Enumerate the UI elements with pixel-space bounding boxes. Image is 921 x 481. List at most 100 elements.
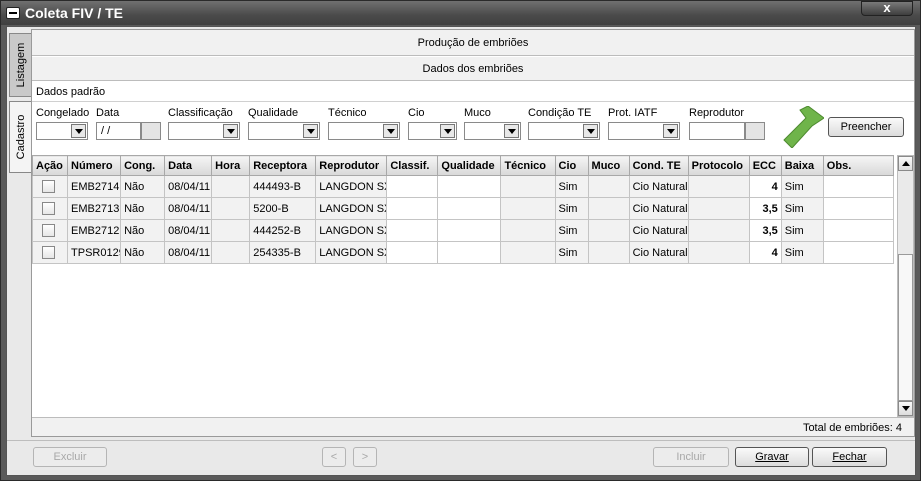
cell-ecc[interactable]: 4: [748, 241, 782, 264]
cell-qualidade[interactable]: [437, 219, 502, 242]
cell-receptora[interactable]: 254335-B: [249, 241, 317, 264]
cell-obs[interactable]: [822, 219, 895, 242]
cell-data[interactable]: 08/04/11: [164, 241, 213, 264]
cell-cond-te[interactable]: Cio Natural: [628, 241, 689, 264]
incluir-button[interactable]: Incluir: [653, 447, 729, 467]
chevron-down-icon[interactable]: [71, 124, 86, 138]
column-header[interactable]: Obs.: [822, 155, 895, 176]
prev-button[interactable]: <: [322, 447, 346, 467]
preencher-button[interactable]: Preencher: [828, 117, 904, 137]
cell-obs[interactable]: [822, 241, 895, 264]
cell-tecnico[interactable]: [500, 241, 556, 264]
column-header[interactable]: Cio: [554, 155, 589, 176]
cell-classif[interactable]: [386, 175, 439, 198]
column-header[interactable]: Hora: [211, 155, 251, 176]
column-header[interactable]: Qualidade: [437, 155, 502, 176]
close-button[interactable]: x: [861, 1, 913, 16]
cell-protocolo[interactable]: [687, 197, 750, 220]
column-header[interactable]: Protocolo: [687, 155, 750, 176]
cell-hora[interactable]: [211, 197, 251, 220]
cell-tecnico[interactable]: [500, 175, 556, 198]
section-header-dados[interactable]: Dados dos embriões: [32, 57, 914, 81]
scroll-thumb[interactable]: [898, 254, 913, 401]
data-field[interactable]: / /: [96, 122, 141, 140]
prot-iatf-select[interactable]: [608, 122, 680, 140]
tab-listagem[interactable]: Listagem: [9, 33, 31, 97]
cell-obs[interactable]: [822, 197, 895, 220]
cell-numero[interactable]: TPSR0129: [67, 241, 122, 264]
column-header[interactable]: Receptora: [249, 155, 317, 176]
cell-protocolo[interactable]: [687, 219, 750, 242]
column-header[interactable]: Classif.: [386, 155, 439, 176]
column-header[interactable]: Reprodutor: [315, 155, 388, 176]
window-menu-icon[interactable]: [6, 7, 20, 19]
table-row[interactable]: EMB2713 Não 08/04/11 5200-B LANGDON SX Sim Cio…: [31, 197, 895, 220]
cell-muco[interactable]: [587, 175, 630, 198]
cell-hora[interactable]: [211, 219, 251, 242]
gravar-button[interactable]: Gravar: [735, 447, 809, 467]
row-checkbox[interactable]: [42, 202, 55, 215]
column-header[interactable]: Número: [67, 155, 122, 176]
chevron-down-icon[interactable]: [383, 124, 398, 138]
chevron-down-icon[interactable]: [223, 124, 238, 138]
table-row[interactable]: EMB2712 Não 08/04/11 444252-B LANGDON SX Sim C…: [31, 219, 895, 242]
muco-select[interactable]: [464, 122, 521, 140]
cell-tecnico[interactable]: [500, 219, 556, 242]
qualidade-select[interactable]: [248, 122, 320, 140]
cell-cio[interactable]: Sim: [554, 241, 589, 264]
cell-classif[interactable]: [386, 241, 439, 264]
cell-hora[interactable]: [211, 175, 251, 198]
cell-baixa[interactable]: Sim: [780, 175, 824, 198]
cell-numero[interactable]: EMB2712: [67, 219, 122, 242]
cell-tecnico[interactable]: [500, 197, 556, 220]
section-header-producao[interactable]: Produção de embriões: [32, 30, 914, 56]
classificacao-select[interactable]: [168, 122, 240, 140]
chevron-down-icon[interactable]: [440, 124, 455, 138]
cell-ecc[interactable]: 3,5: [748, 219, 782, 242]
cell-ecc[interactable]: 3,5: [748, 197, 782, 220]
cio-select[interactable]: [408, 122, 457, 140]
chevron-down-icon[interactable]: [303, 124, 318, 138]
title-bar[interactable]: Coleta FIV / TE x: [1, 1, 920, 25]
column-header[interactable]: Data: [164, 155, 213, 176]
cell-cong[interactable]: Não: [120, 197, 166, 220]
cell-classif[interactable]: [386, 219, 439, 242]
cell-numero[interactable]: EMB2713: [67, 197, 122, 220]
cell-muco[interactable]: [587, 219, 630, 242]
table-row[interactable]: EMB2714 Não 08/04/11 444493-B LANGDON SX Sim C…: [31, 175, 895, 198]
column-header[interactable]: Ação: [31, 155, 69, 176]
cell-reprodutor[interactable]: LANGDON SX: [315, 197, 388, 220]
cell-protocolo[interactable]: [687, 241, 750, 264]
cell-qualidade[interactable]: [437, 175, 502, 198]
column-header[interactable]: Muco: [587, 155, 630, 176]
cell-cong[interactable]: Não: [120, 219, 166, 242]
vertical-scrollbar[interactable]: [897, 155, 914, 417]
row-checkbox[interactable]: [42, 246, 55, 259]
cell-cond-te[interactable]: Cio Natural: [628, 175, 689, 198]
reprodutor-lookup-button[interactable]: [745, 122, 765, 140]
cell-cio[interactable]: Sim: [554, 197, 589, 220]
cell-cio[interactable]: Sim: [554, 219, 589, 242]
data-calendar-button[interactable]: [141, 122, 161, 140]
cell-reprodutor[interactable]: LANGDON SX: [315, 241, 388, 264]
cell-classif[interactable]: [386, 197, 439, 220]
cell-data[interactable]: 08/04/11: [164, 197, 213, 220]
cell-obs[interactable]: [822, 175, 895, 198]
cell-muco[interactable]: [587, 241, 630, 264]
cell-protocolo[interactable]: [687, 175, 750, 198]
scroll-down-button[interactable]: [898, 401, 913, 416]
condicao-te-select[interactable]: [528, 122, 600, 140]
tecnico-select[interactable]: [328, 122, 400, 140]
cell-receptora[interactable]: 444252-B: [249, 219, 317, 242]
cell-reprodutor[interactable]: LANGDON SX: [315, 175, 388, 198]
cell-cond-te[interactable]: Cio Natural: [628, 197, 689, 220]
cell-cond-te[interactable]: Cio Natural: [628, 219, 689, 242]
cell-qualidade[interactable]: [437, 197, 502, 220]
table-row[interactable]: TPSR0129 Não 08/04/11 254335-B LANGDON SX Sim…: [31, 241, 895, 264]
fechar-button[interactable]: Fechar: [812, 447, 887, 467]
cell-cong[interactable]: Não: [120, 241, 166, 264]
next-button[interactable]: >: [353, 447, 377, 467]
column-header[interactable]: Baixa: [780, 155, 824, 176]
cell-baixa[interactable]: Sim: [780, 241, 824, 264]
excluir-button[interactable]: Excluir: [33, 447, 107, 467]
